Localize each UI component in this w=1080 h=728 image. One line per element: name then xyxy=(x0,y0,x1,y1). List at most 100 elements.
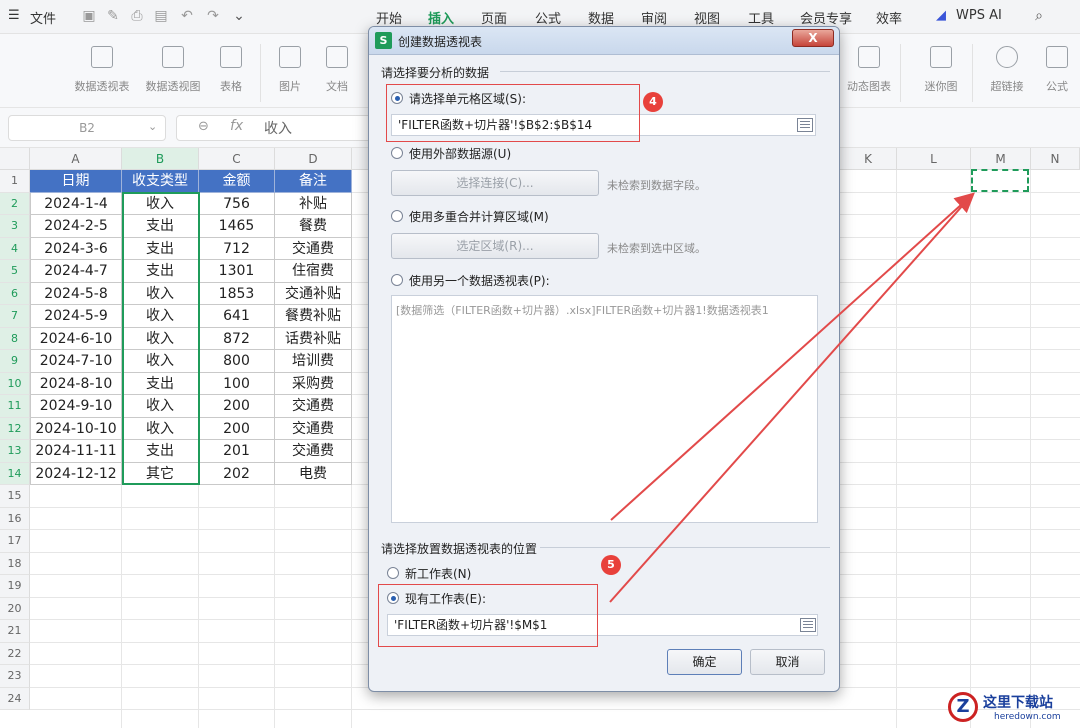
table-cell[interactable]: 201 xyxy=(199,440,275,463)
file-menu[interactable]: 文件 xyxy=(30,8,56,27)
tab-review[interactable]: 审阅 xyxy=(641,8,667,27)
print-icon[interactable]: ⎙ xyxy=(128,7,146,25)
row-header[interactable]: 10 xyxy=(0,372,30,395)
table-cell[interactable]: 交通补贴 xyxy=(275,282,352,305)
location-picker-icon[interactable] xyxy=(800,618,816,632)
row-header[interactable]: 19 xyxy=(0,575,30,598)
row-header[interactable]: 21 xyxy=(0,620,30,643)
table-cell[interactable]: 2024-1-4 xyxy=(30,192,122,215)
table-cell[interactable]: 2024-9-10 xyxy=(30,395,122,418)
fx-icon[interactable]: fx xyxy=(230,118,243,134)
table-cell[interactable]: 2024-6-10 xyxy=(30,327,122,350)
table-cell[interactable]: 收入 xyxy=(122,282,199,305)
chevron-down-icon[interactable]: ⌄ xyxy=(230,7,248,25)
table-cell[interactable]: 培训费 xyxy=(275,350,352,373)
table-header-cell[interactable]: 收支类型 xyxy=(122,170,199,193)
row-header[interactable]: 16 xyxy=(0,507,30,530)
row-header[interactable]: 3 xyxy=(0,215,30,238)
table-cell[interactable]: 756 xyxy=(199,192,275,215)
tab-view[interactable]: 视图 xyxy=(694,8,720,27)
table-cell[interactable]: 话费补贴 xyxy=(275,327,352,350)
row-header[interactable]: 5 xyxy=(0,260,30,283)
table-cell[interactable]: 交通费 xyxy=(275,417,352,440)
column-header-k[interactable]: K xyxy=(840,148,897,170)
column-header-m[interactable]: M xyxy=(971,148,1031,170)
dynamic-chart-button[interactable]: 动态图表 xyxy=(838,46,900,102)
zoom-icon[interactable]: ⊖ xyxy=(198,119,209,134)
row-header[interactable]: 9 xyxy=(0,350,30,373)
table-cell[interactable]: 2024-11-11 xyxy=(30,440,122,463)
pivot-list-item[interactable]: [数据筛选（FILTER函数+切片器）.xlsx]FILTER函数+切片器1!数… xyxy=(396,302,769,318)
tab-data[interactable]: 数据 xyxy=(588,8,614,27)
radio-new-sheet[interactable] xyxy=(387,567,399,579)
table-cell[interactable]: 交通费 xyxy=(275,237,352,260)
table-cell[interactable]: 2024-10-10 xyxy=(30,417,122,440)
table-cell[interactable]: 200 xyxy=(199,395,275,418)
table-cell[interactable]: 支出 xyxy=(122,237,199,260)
target-cell-m1[interactable] xyxy=(971,169,1029,192)
table-cell[interactable]: 100 xyxy=(199,372,275,395)
hamburger-icon[interactable]: ☰ xyxy=(8,8,20,23)
pivot-chart-button[interactable]: 数据透视图 xyxy=(142,46,204,102)
search-icon[interactable]: ⌕ xyxy=(1030,7,1048,25)
table-cell[interactable]: 采购费 xyxy=(275,372,352,395)
table-button[interactable]: 表格 xyxy=(200,46,262,102)
radio-consolidate[interactable] xyxy=(391,210,403,222)
row-header[interactable]: 4 xyxy=(0,237,30,260)
row-header[interactable]: 13 xyxy=(0,440,30,463)
pivot-table-list[interactable] xyxy=(391,295,818,523)
column-header-l[interactable]: L xyxy=(897,148,971,170)
table-cell[interactable]: 收入 xyxy=(122,305,199,328)
sparkline-button[interactable]: 迷你图 xyxy=(910,46,972,102)
column-header-d[interactable]: D xyxy=(275,148,352,170)
label-external-source[interactable]: 使用外部数据源(U) xyxy=(409,145,511,162)
row-header[interactable]: 14 xyxy=(0,462,30,485)
row-header[interactable]: 24 xyxy=(0,687,30,710)
table-cell[interactable]: 200 xyxy=(199,417,275,440)
table-cell[interactable]: 收入 xyxy=(122,395,199,418)
table-cell[interactable]: 202 xyxy=(199,462,275,485)
chevron-down-icon[interactable]: ⌄ xyxy=(148,120,157,133)
column-header-e[interactable] xyxy=(352,148,369,170)
table-header-cell[interactable]: 金额 xyxy=(199,170,275,193)
column-header-c[interactable]: C xyxy=(199,148,275,170)
table-cell[interactable]: 2024-3-6 xyxy=(30,237,122,260)
row-header[interactable]: 18 xyxy=(0,552,30,575)
table-cell[interactable]: 800 xyxy=(199,350,275,373)
table-cell[interactable]: 1853 xyxy=(199,282,275,305)
table-cell[interactable]: 收入 xyxy=(122,417,199,440)
tab-efficiency[interactable]: 效率 xyxy=(876,8,902,27)
row-header[interactable]: 8 xyxy=(0,327,30,350)
print-preview-icon[interactable]: ▤ xyxy=(152,7,170,25)
table-cell[interactable]: 餐费补贴 xyxy=(275,305,352,328)
formula-button[interactable]: 公式 xyxy=(1034,46,1080,102)
table-cell[interactable]: 其它 xyxy=(122,462,199,485)
row-header[interactable]: 20 xyxy=(0,597,30,620)
table-cell[interactable]: 收入 xyxy=(122,192,199,215)
close-button[interactable]: X xyxy=(792,29,834,47)
table-cell[interactable]: 1465 xyxy=(199,215,275,238)
radio-external-source[interactable] xyxy=(391,147,403,159)
table-cell[interactable]: 1301 xyxy=(199,260,275,283)
table-cell[interactable]: 电费 xyxy=(275,462,352,485)
table-cell[interactable]: 住宿费 xyxy=(275,260,352,283)
format-painter-icon[interactable]: ✎ xyxy=(104,7,122,25)
table-cell[interactable]: 收入 xyxy=(122,327,199,350)
table-cell[interactable]: 641 xyxy=(199,305,275,328)
wps-ai-button[interactable]: WPS AI xyxy=(956,8,1002,23)
row-header[interactable]: 2 xyxy=(0,192,30,215)
undo-icon[interactable]: ↶ xyxy=(178,7,196,25)
table-cell[interactable]: 交通费 xyxy=(275,440,352,463)
tab-start[interactable]: 开始 xyxy=(376,8,402,27)
table-cell[interactable]: 2024-2-5 xyxy=(30,215,122,238)
ok-button[interactable]: 确定 xyxy=(667,649,742,675)
table-cell[interactable]: 收入 xyxy=(122,350,199,373)
table-cell[interactable]: 2024-12-12 xyxy=(30,462,122,485)
row-header[interactable]: 23 xyxy=(0,665,30,688)
row-header[interactable]: 1 xyxy=(0,170,30,193)
table-cell[interactable]: 2024-4-7 xyxy=(30,260,122,283)
table-cell[interactable]: 872 xyxy=(199,327,275,350)
column-header-b[interactable]: B xyxy=(122,148,199,170)
table-cell[interactable]: 餐费 xyxy=(275,215,352,238)
select-all-corner[interactable] xyxy=(0,148,30,170)
